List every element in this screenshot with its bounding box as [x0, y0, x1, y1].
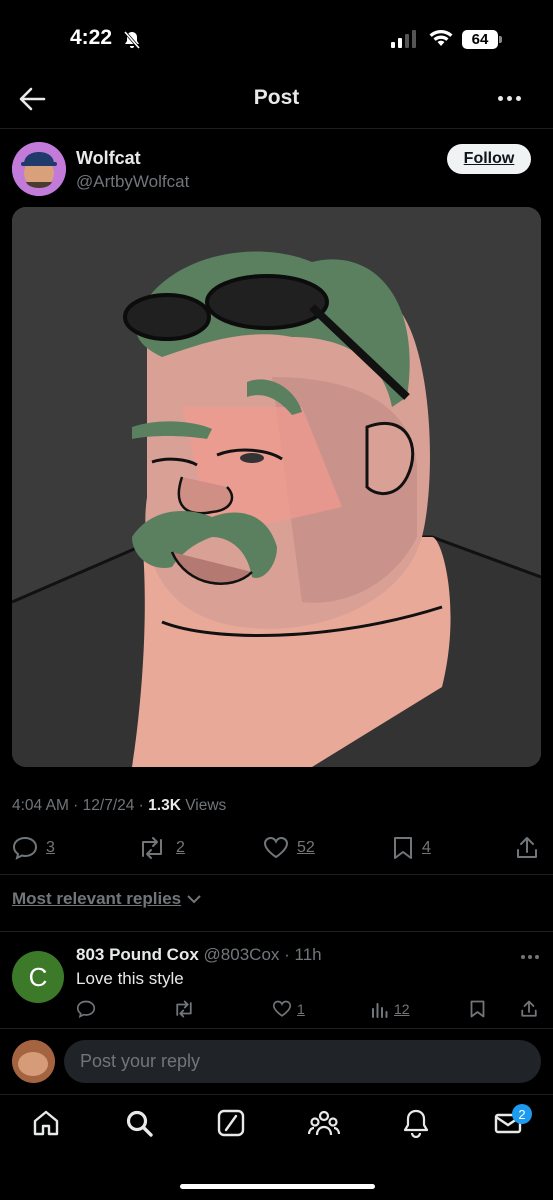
reply-views-button[interactable]: 12	[371, 1000, 410, 1018]
heart-icon	[263, 836, 289, 859]
heart-icon	[272, 1000, 292, 1017]
share-icon	[521, 1000, 537, 1017]
bookmark-icon	[470, 1000, 485, 1018]
battery-indicator: 64	[462, 30, 498, 49]
repost-button[interactable]: 2	[136, 836, 185, 860]
search-icon[interactable]	[124, 1108, 154, 1138]
header-divider	[0, 128, 553, 129]
reply-author-name[interactable]: 803 Pound Cox	[76, 945, 199, 964]
grok-icon[interactable]	[216, 1108, 246, 1138]
reply-avatar[interactable]: C	[12, 951, 64, 1003]
bookmark-button[interactable]: 4	[392, 836, 431, 860]
analytics-icon	[372, 1003, 388, 1018]
battery-tip	[499, 36, 502, 43]
home-indicator[interactable]	[180, 1184, 375, 1189]
more-options-icon[interactable]	[498, 96, 521, 101]
page-title: Post	[253, 86, 300, 109]
post-meta: 4:04 AM · 12/7/24 · 1.3K Views	[12, 797, 227, 814]
bookmark-icon	[394, 837, 412, 859]
reply-header: 803 Pound Cox @803Cox · 11h	[76, 945, 322, 964]
bell-slash-icon	[123, 31, 141, 49]
replies-filter-dropdown[interactable]: Most relevant replies	[12, 889, 201, 909]
status-time: 4:22	[70, 26, 113, 49]
like-count: 52	[297, 839, 315, 856]
wifi-icon	[429, 30, 453, 46]
tabbar-divider	[0, 1094, 553, 1095]
section-divider	[0, 874, 553, 875]
section-divider	[0, 931, 553, 932]
reply-count: 3	[46, 839, 55, 856]
reply-icon	[12, 836, 38, 860]
post-time: 4:04 AM	[12, 797, 69, 814]
reply-view-count: 12	[394, 1001, 410, 1017]
chevron-down-icon	[187, 895, 201, 904]
post-views-label: Views	[185, 797, 227, 814]
home-icon[interactable]	[31, 1108, 61, 1138]
repost-count: 2	[176, 839, 185, 856]
reply-share-button[interactable]	[520, 1000, 538, 1018]
repost-icon	[176, 1000, 192, 1018]
back-arrow-icon[interactable]	[18, 86, 46, 112]
reply-input[interactable]: Post your reply	[64, 1040, 541, 1083]
reply-bookmark-button[interactable]	[469, 1000, 486, 1018]
follow-button[interactable]: Follow	[447, 144, 531, 174]
like-button[interactable]: 52	[263, 836, 315, 860]
reply-button[interactable]: 3	[12, 836, 55, 860]
reply-text: Love this style	[76, 969, 184, 988]
author-name[interactable]: Wolfcat	[76, 148, 141, 169]
reply-time: 11h	[294, 945, 322, 964]
reply-like-count: 1	[297, 1001, 305, 1017]
notifications-bell-icon[interactable]	[402, 1108, 430, 1138]
communities-icon[interactable]	[308, 1108, 340, 1138]
post-image[interactable]	[12, 207, 541, 767]
author-avatar[interactable]	[12, 142, 66, 196]
author-handle[interactable]: @ArtbyWolfcat	[76, 172, 189, 192]
my-avatar	[12, 1040, 55, 1083]
cellular-signal-icon	[391, 30, 416, 48]
share-button[interactable]	[515, 836, 539, 860]
reply-more-icon[interactable]	[521, 955, 539, 959]
replies-filter-label: Most relevant replies	[12, 889, 182, 908]
section-divider	[0, 1028, 553, 1029]
messages-badge: 2	[512, 1104, 532, 1124]
reply-repost-button[interactable]	[172, 1000, 196, 1018]
reply-author-handle[interactable]: @803Cox	[204, 945, 280, 964]
reply-icon	[76, 1000, 96, 1018]
repost-icon	[142, 837, 162, 859]
reply-reply-button[interactable]	[76, 1000, 96, 1018]
post-date: 12/7/24	[82, 797, 135, 814]
post-views-count: 1.3K	[148, 797, 181, 814]
reply-like-button[interactable]: 1	[272, 1000, 305, 1018]
share-icon	[517, 837, 537, 858]
bookmark-count: 4	[422, 839, 431, 856]
